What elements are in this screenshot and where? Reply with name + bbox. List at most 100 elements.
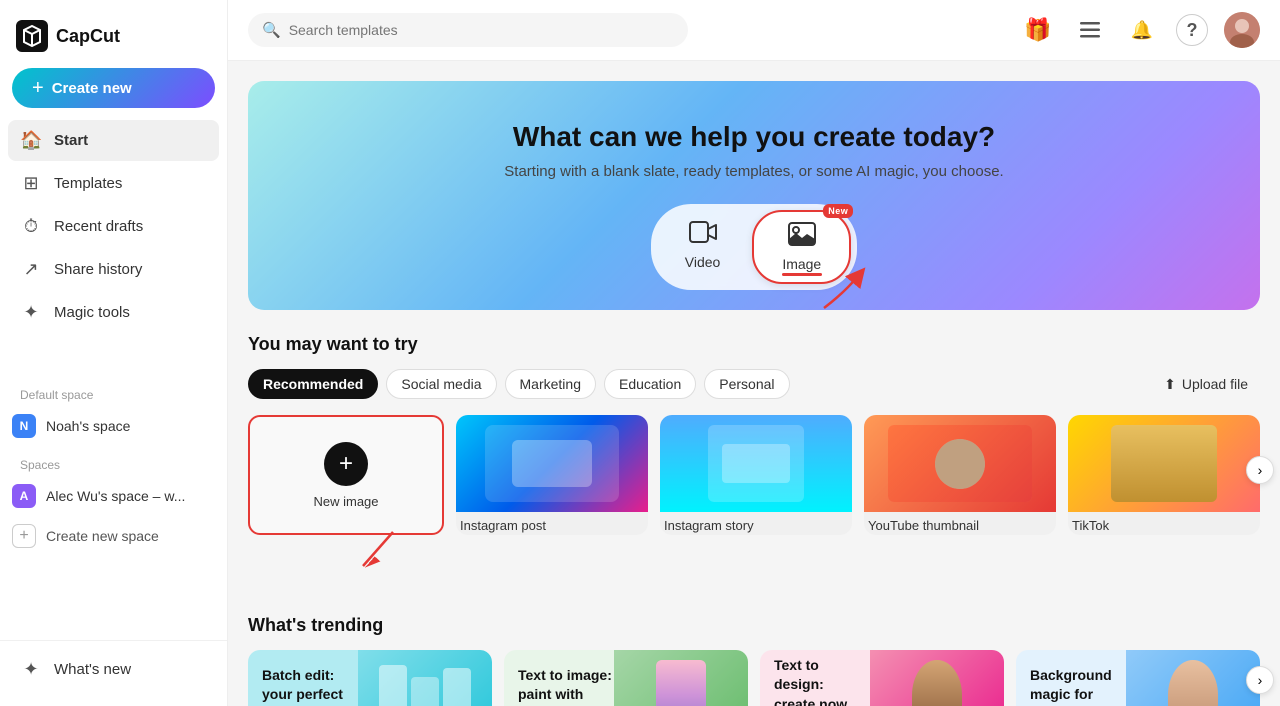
background-magic-image: [1126, 650, 1260, 706]
hero-title: What can we help you create today?: [268, 121, 1240, 153]
hero-subtitle: Starting with a blank slate, ready templ…: [268, 163, 1240, 180]
notifications-button[interactable]: 🔔: [1124, 12, 1160, 48]
hero-banner: What can we help you create today? Start…: [248, 81, 1260, 310]
new-badge: New: [823, 204, 853, 218]
hero-tab-video[interactable]: Video: [657, 210, 749, 284]
trending-card-text-to-design[interactable]: Text to design: create now, instant WOW: [760, 650, 1004, 706]
trending-card-background-magic[interactable]: Background magic for products: [1016, 650, 1260, 706]
sidebar-item-templates[interactable]: ⊞ Templates: [8, 163, 219, 204]
trending-grid-next-arrow[interactable]: ›: [1246, 666, 1274, 694]
filter-row: Recommended Social media Marketing Educa…: [248, 369, 1260, 399]
new-image-plus-icon: +: [324, 442, 368, 486]
filter-chip-education[interactable]: Education: [604, 369, 696, 399]
instagram-story-thumbnail: [660, 415, 852, 512]
search-icon: 🔍: [262, 21, 281, 39]
background-magic-label: Background magic for products: [1030, 667, 1112, 706]
menu-button[interactable]: [1072, 12, 1108, 48]
alec-space-label: Alec Wu's space – w...: [46, 488, 185, 504]
create-new-button[interactable]: + Create new: [12, 68, 215, 108]
instagram-post-label: Instagram post: [456, 512, 648, 535]
logo-area: CapCut: [0, 16, 227, 68]
templates-icon: ⊞: [20, 173, 42, 194]
video-tab-icon: [689, 220, 717, 250]
youtube-thumbnail-label: YouTube thumbnail: [864, 512, 1056, 535]
sidebar-item-recent-drafts[interactable]: ⏱ Recent drafts: [8, 206, 219, 247]
capcut-logo-icon: [16, 20, 48, 52]
try-section: You may want to try Recommended Social m…: [248, 334, 1260, 706]
trending-card-text-to-image[interactable]: Text to image: paint with your words: [504, 650, 748, 706]
sidebar-item-recent-drafts-label: Recent drafts: [54, 218, 143, 235]
sidebar-item-share-history[interactable]: ↗ Share history: [8, 249, 219, 290]
filter-chip-recommended[interactable]: Recommended: [248, 369, 378, 399]
upload-file-button[interactable]: ⬆ Upload file: [1152, 370, 1260, 399]
magic-icon: ✦: [20, 302, 42, 323]
create-space-label: Create new space: [46, 528, 159, 544]
instagram-post-card[interactable]: Instagram post: [456, 415, 648, 535]
template-grid: + New image Instagram post: [248, 415, 1260, 535]
app-name: CapCut: [56, 26, 120, 47]
new-image-card[interactable]: + New image: [248, 415, 444, 535]
sidebar: CapCut + Create new 🏠 Start ⊞ Templates …: [0, 0, 228, 706]
sidebar-bottom: ✦ What's new: [0, 640, 227, 690]
sidebar-nav: 🏠 Start ⊞ Templates ⏱ Recent drafts ↗ Sh…: [0, 120, 227, 376]
hero-annotation-arrow: [814, 263, 874, 318]
content-area: What can we help you create today? Start…: [228, 61, 1280, 706]
filter-chip-personal[interactable]: Personal: [704, 369, 789, 399]
instagram-story-label: Instagram story: [660, 512, 852, 535]
create-new-label: Create new: [52, 80, 132, 97]
spaces-label: Spaces: [0, 446, 227, 476]
batch-edit-image: [358, 650, 492, 706]
upload-label: Upload file: [1182, 376, 1248, 392]
trending-grid: Batch edit: your perfect time saver: [248, 650, 1260, 706]
clock-icon: ⏱: [20, 216, 42, 237]
share-icon: ↗: [20, 259, 42, 280]
text-to-image-label: Text to image: paint with your words: [518, 667, 612, 706]
user-avatar[interactable]: [1224, 12, 1260, 48]
template-cards-container: + New image Instagram post: [248, 415, 1260, 535]
default-space-label: Default space: [0, 376, 227, 406]
menu-icon: [1080, 22, 1100, 38]
sidebar-item-start-label: Start: [54, 132, 88, 149]
search-bar[interactable]: 🔍: [248, 13, 688, 47]
noah-avatar: N: [12, 414, 36, 438]
trending-card-batch-edit[interactable]: Batch edit: your perfect time saver: [248, 650, 492, 706]
text-to-image-image: [614, 650, 748, 706]
try-section-title: You may want to try: [248, 334, 1260, 355]
filter-chip-marketing[interactable]: Marketing: [505, 369, 596, 399]
instagram-story-card[interactable]: Instagram story: [660, 415, 852, 535]
tiktok-label: TikTok: [1068, 512, 1260, 535]
tiktok-thumbnail: [1068, 415, 1260, 512]
gift-button[interactable]: 🎁: [1020, 12, 1056, 48]
plus-icon: +: [32, 78, 44, 98]
alec-avatar: A: [12, 484, 36, 508]
spacer: [248, 567, 1260, 615]
avatar-image: [1224, 12, 1260, 48]
youtube-thumbnail-image: [864, 415, 1056, 512]
youtube-thumbnail-card[interactable]: YouTube thumbnail: [864, 415, 1056, 535]
sidebar-item-whats-new-label: What's new: [54, 661, 131, 678]
sidebar-item-templates-label: Templates: [54, 175, 122, 192]
sidebar-item-magic-tools[interactable]: ✦ Magic tools: [8, 292, 219, 333]
space-item-alec[interactable]: A Alec Wu's space – w...: [0, 476, 227, 516]
header-icons: 🎁 🔔 ?: [1020, 12, 1260, 48]
help-button[interactable]: ?: [1176, 14, 1208, 46]
create-space-button[interactable]: + Create new space: [0, 516, 227, 556]
space-item-noah[interactable]: N Noah's space: [0, 406, 227, 446]
filter-chip-social-media[interactable]: Social media: [386, 369, 496, 399]
batch-edit-label: Batch edit: your perfect time saver: [262, 667, 343, 706]
home-icon: 🏠: [20, 130, 42, 151]
template-grid-next-arrow[interactable]: ›: [1246, 456, 1274, 484]
instagram-post-thumbnail: [456, 415, 648, 512]
search-input[interactable]: [289, 22, 674, 38]
tiktok-card[interactable]: TikTok: [1068, 415, 1260, 535]
sidebar-item-whats-new[interactable]: ✦ What's new: [8, 649, 219, 690]
new-image-label: New image: [313, 494, 378, 509]
text-to-design-image: [870, 650, 1004, 706]
video-tab-label: Video: [685, 254, 721, 270]
sidebar-item-share-history-label: Share history: [54, 261, 142, 278]
text-to-design-label: Text to design: create now, instant WOW: [774, 657, 861, 706]
trending-title: What's trending: [248, 615, 1260, 636]
whats-new-icon: ✦: [20, 659, 42, 680]
upload-icon: ⬆: [1164, 376, 1176, 393]
sidebar-item-start[interactable]: 🏠 Start: [8, 120, 219, 161]
